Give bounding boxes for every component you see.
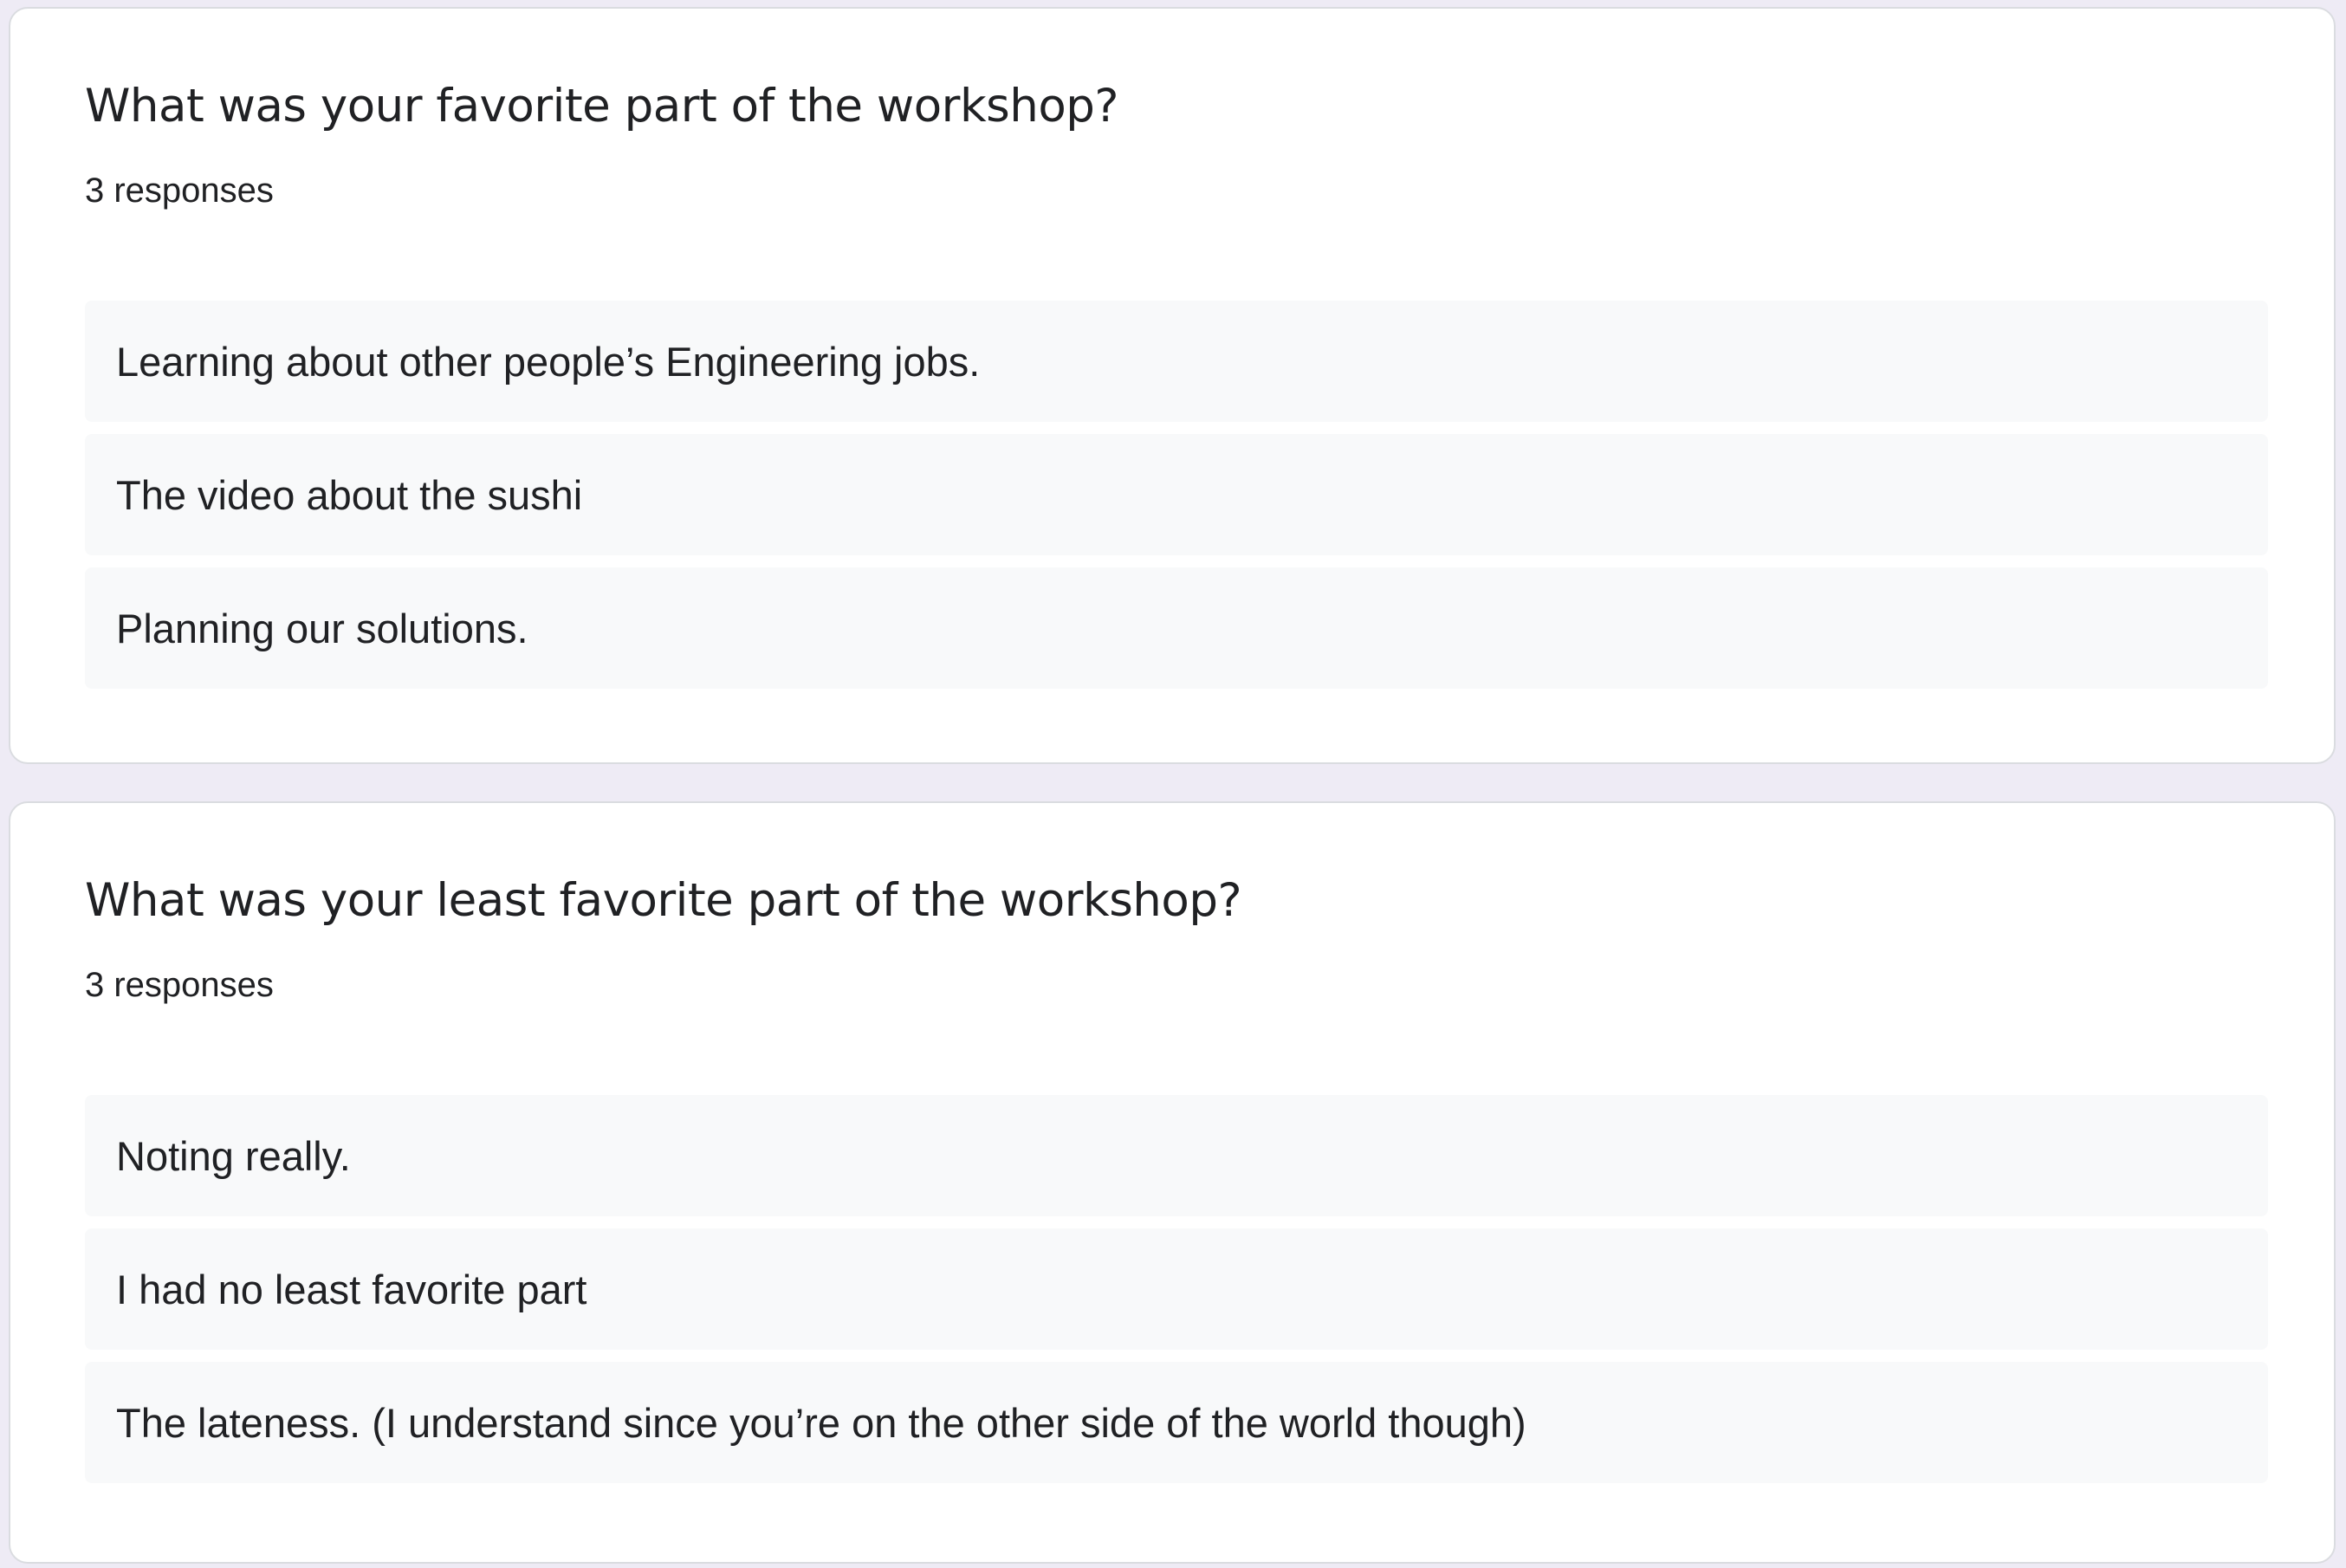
response-count: 3 responses	[85, 966, 274, 1004]
question-title: What was your favorite part of the works…	[85, 80, 1119, 133]
response-list: Learning about other people’s Engineerin…	[85, 301, 2268, 701]
question-card-favorite: What was your favorite part of the works…	[9, 7, 2336, 764]
response-item: The lateness. (I understand since you’re…	[85, 1362, 2268, 1483]
response-item: The video about the sushi	[85, 434, 2268, 555]
response-list: Noting really. I had no least favorite p…	[85, 1095, 2268, 1495]
response-item: Planning our solutions.	[85, 567, 2268, 689]
question-title: What was your least favorite part of the…	[85, 874, 1242, 927]
response-item: I had no least favorite part	[85, 1228, 2268, 1350]
response-item: Noting really.	[85, 1095, 2268, 1216]
question-card-least-favorite: What was your least favorite part of the…	[9, 801, 2336, 1564]
response-item: Learning about other people’s Engineerin…	[85, 301, 2268, 422]
response-count: 3 responses	[85, 172, 274, 210]
